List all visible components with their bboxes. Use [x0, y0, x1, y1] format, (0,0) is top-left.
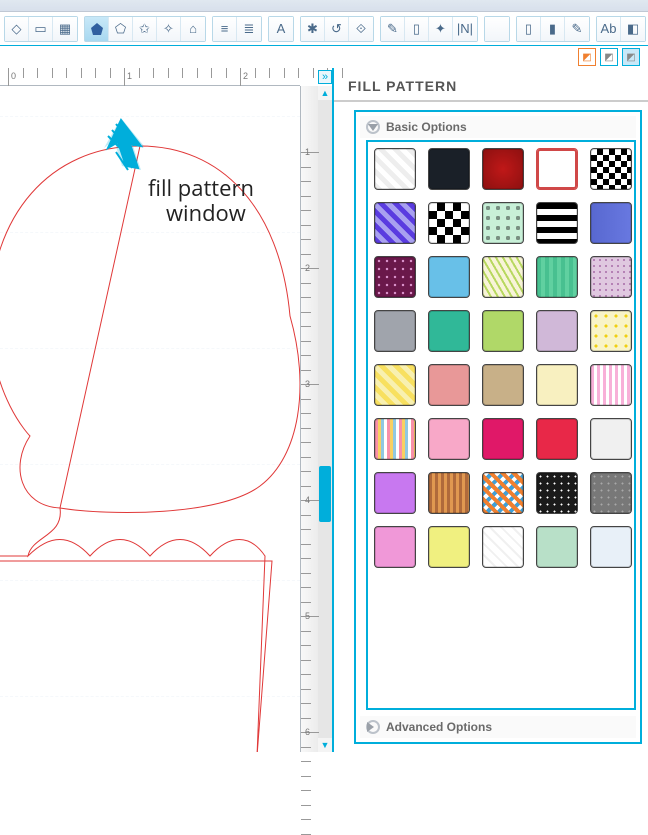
home-icon[interactable]: ⌂ [181, 17, 205, 41]
advanced-options-header[interactable]: Advanced Options [360, 716, 636, 738]
pattern-swatch[interactable] [428, 310, 470, 352]
ab-icon[interactable]: Ab [597, 17, 621, 41]
pattern-swatch[interactable] [482, 202, 524, 244]
pattern-swatch[interactable] [590, 364, 632, 406]
pattern-swatch[interactable] [374, 148, 416, 190]
pattern-swatch[interactable] [428, 148, 470, 190]
pattern-swatch[interactable] [536, 256, 578, 298]
text-icon[interactable]: A [269, 17, 293, 41]
vertical-scrollbar[interactable]: » ▲ ▼ [318, 86, 332, 752]
canvas-area: 012 » ▲ ▼ 123456 fill pattern window [0, 68, 332, 752]
pattern-swatch[interactable] [590, 148, 632, 190]
mini-grey[interactable]: ◩ [600, 48, 618, 66]
rect-icon[interactable]: ▭ [29, 17, 53, 41]
panel-header: FILL PATTERN [334, 68, 648, 102]
cupcake-shape[interactable] [0, 136, 300, 752]
pattern-swatch[interactable] [590, 256, 632, 298]
pattern-swatch[interactable] [374, 364, 416, 406]
mini-sel[interactable]: ◩ [622, 48, 640, 66]
toolbar: ◇▭▦⬠✩✧⌂≡≣A✱↺⟐✎▯✦|N|▯▮✎Ab◧ [0, 12, 648, 46]
eraser-icon[interactable]: ◇ [5, 17, 29, 41]
pattern-swatch[interactable] [428, 472, 470, 514]
pattern-swatch[interactable] [428, 364, 470, 406]
grid-icon[interactable]: ▦ [53, 17, 77, 41]
basic-options-label: Basic Options [386, 120, 467, 134]
brackets-icon[interactable]: |N| [453, 17, 477, 41]
scrollbar-thumb[interactable] [319, 466, 331, 522]
menu-bar-stub [0, 0, 648, 12]
pattern-swatch[interactable] [590, 310, 632, 352]
pattern-swatch[interactable] [482, 472, 524, 514]
page-fold-icon[interactable]: ◧ [621, 17, 645, 41]
pattern-swatch[interactable] [374, 418, 416, 460]
fill-pattern-icon[interactable] [85, 17, 109, 41]
pattern-swatch[interactable] [482, 418, 524, 460]
pattern-swatch[interactable] [374, 256, 416, 298]
pattern-swatch[interactable] [428, 202, 470, 244]
pattern-swatch[interactable] [374, 310, 416, 352]
panel-title: FILL PATTERN [348, 78, 457, 94]
ruler-horizontal: 012 [0, 68, 300, 86]
pattern-swatch[interactable] [536, 202, 578, 244]
wrench-icon[interactable]: ✎ [381, 17, 405, 41]
basic-options-header[interactable]: Basic Options [360, 116, 636, 138]
star-outline-icon[interactable]: ✩ [133, 17, 157, 41]
pattern-swatch[interactable] [536, 418, 578, 460]
scroll-down-icon[interactable]: ▼ [318, 738, 332, 752]
ruler-vertical: 123456 [300, 86, 318, 752]
panel-tab-row: ◩◩◩ [0, 46, 648, 68]
scroll-up-icon[interactable]: ▲ [318, 86, 332, 100]
pattern-swatch[interactable] [536, 364, 578, 406]
pattern-swatch[interactable] [482, 148, 524, 190]
expand-icon [366, 120, 380, 134]
panel-body: Basic Options Advanced Options [334, 102, 648, 752]
pattern-swatch[interactable] [590, 472, 632, 514]
panel-frame: Basic Options Advanced Options [354, 110, 642, 744]
doc-icon[interactable]: ▯ [405, 17, 429, 41]
main-split: 012 » ▲ ▼ 123456 fill pattern window [0, 68, 648, 752]
sparkle-icon[interactable]: ✦ [429, 17, 453, 41]
phone-alt-icon[interactable]: ▮ [541, 17, 565, 41]
crop-icon[interactable]: ⟐ [349, 17, 373, 41]
pattern-swatch[interactable] [482, 526, 524, 568]
pattern-swatch[interactable] [374, 472, 416, 514]
advanced-options-label: Advanced Options [386, 720, 492, 734]
pattern-swatch[interactable] [428, 418, 470, 460]
canvas[interactable] [0, 86, 300, 752]
pattern-swatch[interactable] [536, 472, 578, 514]
pattern-swatch[interactable] [536, 310, 578, 352]
pattern-swatch[interactable] [536, 526, 578, 568]
swatch-grid [374, 148, 632, 568]
pattern-swatch[interactable] [536, 148, 578, 190]
pattern-swatch[interactable] [482, 310, 524, 352]
scrollbar-expand-icon[interactable]: » [318, 70, 332, 84]
pattern-swatch[interactable] [590, 202, 632, 244]
lines-icon[interactable]: ≡ [213, 17, 237, 41]
pentagon-outline-icon[interactable]: ⬠ [109, 17, 133, 41]
shape-arrow-icon[interactable]: ✧ [157, 17, 181, 41]
pattern-swatch[interactable] [590, 418, 632, 460]
pattern-swatch[interactable] [374, 526, 416, 568]
expand-icon [366, 720, 380, 734]
pattern-swatch[interactable] [428, 526, 470, 568]
snowflake-icon[interactable]: ✱ [301, 17, 325, 41]
mini-orange[interactable]: ◩ [578, 48, 596, 66]
pen-icon[interactable]: ✎ [565, 17, 589, 41]
lines-bold-icon[interactable]: ≣ [237, 17, 261, 41]
pattern-swatch[interactable] [374, 202, 416, 244]
undo-icon[interactable]: ↺ [325, 17, 349, 41]
pattern-swatch[interactable] [482, 256, 524, 298]
pattern-swatch[interactable] [590, 526, 632, 568]
swatch-scroll[interactable] [366, 140, 636, 710]
pattern-swatch[interactable] [428, 256, 470, 298]
phone-icon[interactable]: ▯ [517, 17, 541, 41]
pattern-swatch[interactable] [482, 364, 524, 406]
spacer[interactable] [485, 17, 509, 41]
fill-pattern-panel: FILL PATTERN Basic Options Advanced Opti… [332, 68, 648, 752]
